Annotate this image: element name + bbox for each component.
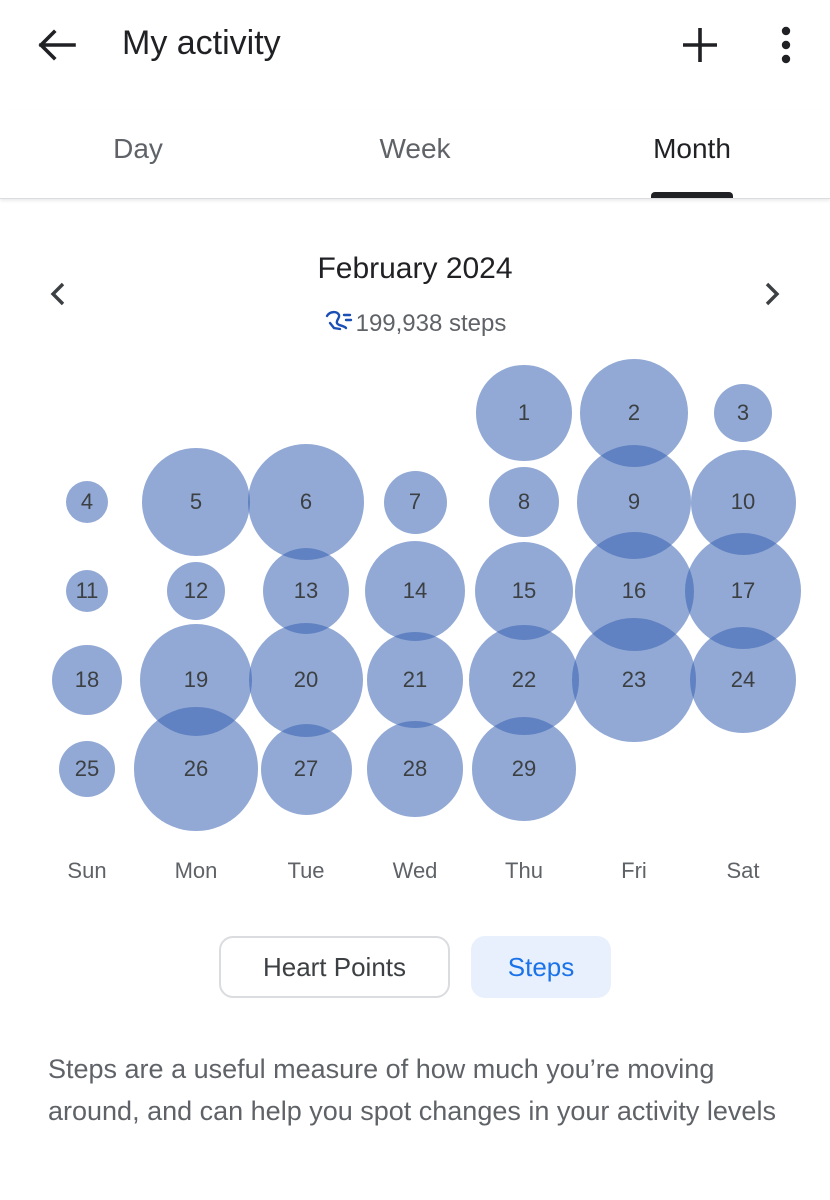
day-number: 14	[402, 578, 428, 603]
day-number: 29	[511, 756, 537, 781]
day-number: 3	[736, 400, 750, 425]
period-tabs: Day Week Month	[0, 110, 830, 199]
day-number: 25	[74, 756, 100, 781]
add-button[interactable]	[676, 22, 724, 68]
day-number: 27	[293, 756, 319, 781]
day-number: 26	[183, 756, 209, 781]
arrow-back-icon	[38, 29, 76, 61]
tab-week[interactable]: Week	[277, 110, 553, 198]
tab-day[interactable]: Day	[0, 110, 276, 198]
more-options-button[interactable]	[764, 22, 808, 68]
weekday-thu: Thu	[505, 858, 543, 883]
steps-chip[interactable]: Steps	[471, 936, 611, 998]
day-number: 10	[730, 489, 756, 514]
day-number: 20	[293, 667, 319, 692]
steps-icon	[325, 310, 352, 331]
tab-indicator	[651, 192, 733, 198]
day-number: 16	[621, 578, 647, 603]
top-app-bar: My activity	[0, 0, 830, 90]
weekday-fri: Fri	[621, 858, 647, 883]
weekday-mon: Mon	[174, 858, 218, 883]
day-number: 5	[189, 489, 203, 514]
tab-month[interactable]: Month	[554, 110, 830, 198]
day-number: 8	[517, 489, 531, 514]
day-number: 28	[402, 756, 428, 781]
next-month-button[interactable]	[754, 272, 790, 316]
day-number: 15	[511, 578, 537, 603]
day-number: 2	[627, 400, 641, 425]
day-number: 12	[183, 578, 209, 603]
page-title: My activity	[122, 24, 281, 62]
heart-points-chip[interactable]: Heart Points	[219, 936, 450, 998]
day-number: 17	[730, 578, 756, 603]
steps-total: 199,938 steps	[0, 309, 830, 338]
plus-icon	[683, 28, 717, 62]
month-title: February 2024	[317, 252, 513, 285]
chevron-right-icon	[765, 282, 780, 306]
day-number: 11	[75, 578, 99, 603]
day-number: 24	[730, 667, 756, 692]
back-button[interactable]	[30, 22, 82, 68]
day-number: 7	[408, 489, 422, 514]
day-number: 1	[517, 400, 531, 425]
steps-total-text: 199,938 steps	[355, 310, 507, 337]
day-number: 21	[402, 667, 428, 692]
weekday-wed: Wed	[392, 858, 438, 883]
more-vert-icon	[781, 26, 791, 64]
day-number: 18	[74, 667, 100, 692]
weekday-sat: Sat	[726, 858, 760, 883]
weekday-sun: Sun	[67, 858, 107, 883]
day-number: 4	[80, 489, 94, 514]
day-number: 6	[299, 489, 313, 514]
month-calendar: 1 2 3 4 5 6 7 8 9 10 11 12 13 14 15 16 17 18 19 20 21 22 23 24 2…	[0, 340, 830, 850]
weekday-tue: Tue	[287, 858, 325, 883]
day-number: 13	[293, 578, 319, 603]
day-number: 9	[627, 489, 641, 514]
steps-description: Steps are a useful measure of how much y…	[48, 1054, 776, 1126]
day-number: 23	[621, 667, 647, 692]
day-number: 22	[511, 667, 537, 692]
day-number: 19	[183, 667, 209, 692]
